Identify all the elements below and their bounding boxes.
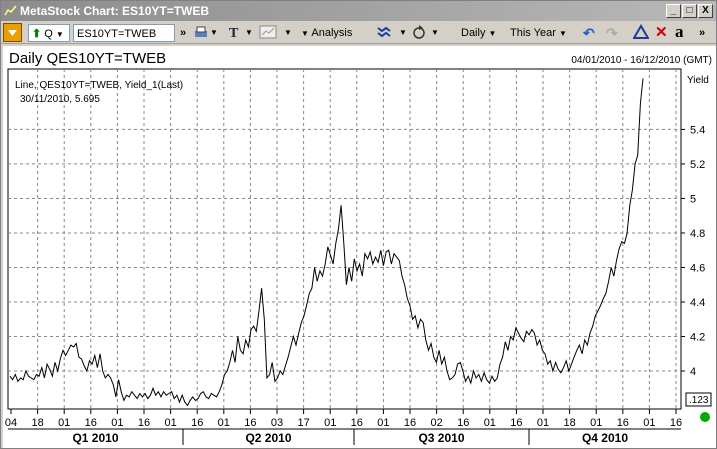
quarter-label: Q1 2010 [72,431,118,445]
x-tick-label: 16 [510,417,522,429]
y-tick-label: 5.4 [690,124,705,136]
chart-title: Daily QES10YT=TWEB [9,50,167,67]
x-tick-label: 01 [537,417,549,429]
x-tick-label: 16 [244,417,256,429]
print-dropdown-icon[interactable]: ▼ [210,24,218,42]
svg-text:T: T [229,26,239,40]
y-tick-label: 4 [690,366,696,378]
menu-down-icon[interactable] [3,23,22,42]
x-tick-label: 03 [271,417,283,429]
symbol-input[interactable]: ES10YT=TWEB [73,24,175,42]
x-tick-label: 01 [377,417,389,429]
quarter-label: Q4 2010 [582,431,628,445]
metastock-icon [4,5,17,16]
x-tick-label: 16 [138,417,150,429]
x-tick-label: 01 [58,417,70,429]
more-chevron-icon[interactable]: » [180,24,186,42]
x-tick-label: 16 [617,417,629,429]
x-tick-label: 02 [430,417,442,429]
periodicity-label: Daily [461,27,486,39]
x-tick-label: 16 [670,417,682,429]
date-range: 04/01/2010 - 16/12/2010 (GMT) [571,55,712,66]
analysis-label: Analysis [311,27,353,39]
chart-style-icon[interactable] [259,24,277,42]
periodicity-select[interactable]: Daily ▼ [461,24,501,42]
text-annotation-icon[interactable]: a [675,23,684,42]
status-indicator-icon [700,412,710,422]
analysis-button[interactable]: ▼ Analysis [301,24,359,42]
close-button[interactable]: X [698,4,713,18]
x-tick-label: 16 [404,417,416,429]
x-tick-label: 01 [590,417,602,429]
legend-line-1: Line, QES10YT=TWEB, Yield_1(Last) [15,80,183,91]
chart-canvas[interactable]: 4 4.2 4.4 4.6 4.8 5 5.2 5.4 Yield 04 18 01 16 01 16 01 1… [3,46,716,448]
x-tick-label: 01 [111,417,123,429]
x-tick-label: 16 [457,417,469,429]
up-arrow-icon: ⬆ [32,28,42,40]
x-tick-label: 01 [164,417,176,429]
chevron-down-icon: ▼ [55,30,64,39]
toolbar: ⬆ Q ▼ ES10YT=TWEB » ▼ T ▼ ▼ ▼ Analysis ▼ [1,22,716,44]
refresh-dropdown-icon[interactable]: ▼ [431,24,439,42]
y-tick-label: 4.4 [690,297,705,309]
range-select[interactable]: This Year ▼ [510,24,570,42]
y-tick-label: 5.2 [690,159,705,171]
drawing-triangle-icon[interactable] [632,24,650,42]
chart-window: MetaStock Chart: ES10YT=TWEB _ □ X ⬆ Q ▼… [0,0,717,449]
chart-style-dropdown-icon[interactable]: ▼ [284,24,292,42]
quarter-label: Q2 2010 [245,431,291,445]
x-tick-label: 16 [191,417,203,429]
x-tick-label: 01 [218,417,230,429]
delete-x-icon[interactable]: ✕ [655,24,668,42]
analysis-dropdown-icon: ▼ [301,29,309,38]
range-label: This Year [510,27,556,39]
x-tick-label: 18 [31,417,43,429]
x-tick-label: 04 [5,417,17,429]
legend-line-2: 30/11/2010, 5.695 [20,94,100,105]
x-tick-label: 18 [563,417,575,429]
x-tick-label: 01 [324,417,336,429]
minimize-button[interactable]: _ [666,4,681,18]
y-tick-label: 4.2 [690,332,705,344]
security-type-value: Q [44,28,53,40]
printer-icon[interactable] [193,24,209,42]
window-title: MetaStock Chart: ES10YT=TWEB [20,4,210,18]
y-tick-label: 5 [690,193,696,205]
refresh-icon[interactable] [411,24,427,42]
chart-pane[interactable]: 4 4.2 4.4 4.6 4.8 5 5.2 5.4 Yield 04 18 01 16 01 16 01 1… [3,46,716,448]
symbol-value: ES10YT=TWEB [77,28,157,40]
y-axis-title: Yield [687,75,709,86]
y-tick-label: 4.8 [690,228,705,240]
title-bar: MetaStock Chart: ES10YT=TWEB _ □ X [1,1,716,21]
indicators-icon[interactable] [376,24,394,42]
readout-value: .123 [689,395,709,406]
x-tick-label: 16 [351,417,363,429]
x-tick-label: 01 [643,417,655,429]
x-tick-label: 01 [484,417,496,429]
x-tick-label: 16 [85,417,97,429]
text-tool-icon[interactable]: T [227,24,243,42]
more-chevron-icon[interactable]: » [699,24,705,42]
text-dropdown-icon[interactable]: ▼ [245,24,253,42]
security-type-select[interactable]: ⬆ Q ▼ [28,24,70,42]
y-tick-label: 4.6 [690,262,705,274]
redo-icon[interactable]: ↷ [606,24,618,42]
undo-icon[interactable]: ↶ [583,24,595,42]
x-tick-label: 17 [297,417,309,429]
maximize-button[interactable]: □ [682,4,697,18]
plot-border [7,68,682,410]
quarter-label: Q3 2010 [418,431,464,445]
series-line-yield [9,78,644,407]
chevron-down-icon: ▼ [558,29,567,38]
indicators-dropdown-icon[interactable]: ▼ [399,24,407,42]
chevron-down-icon: ▼ [488,29,497,38]
